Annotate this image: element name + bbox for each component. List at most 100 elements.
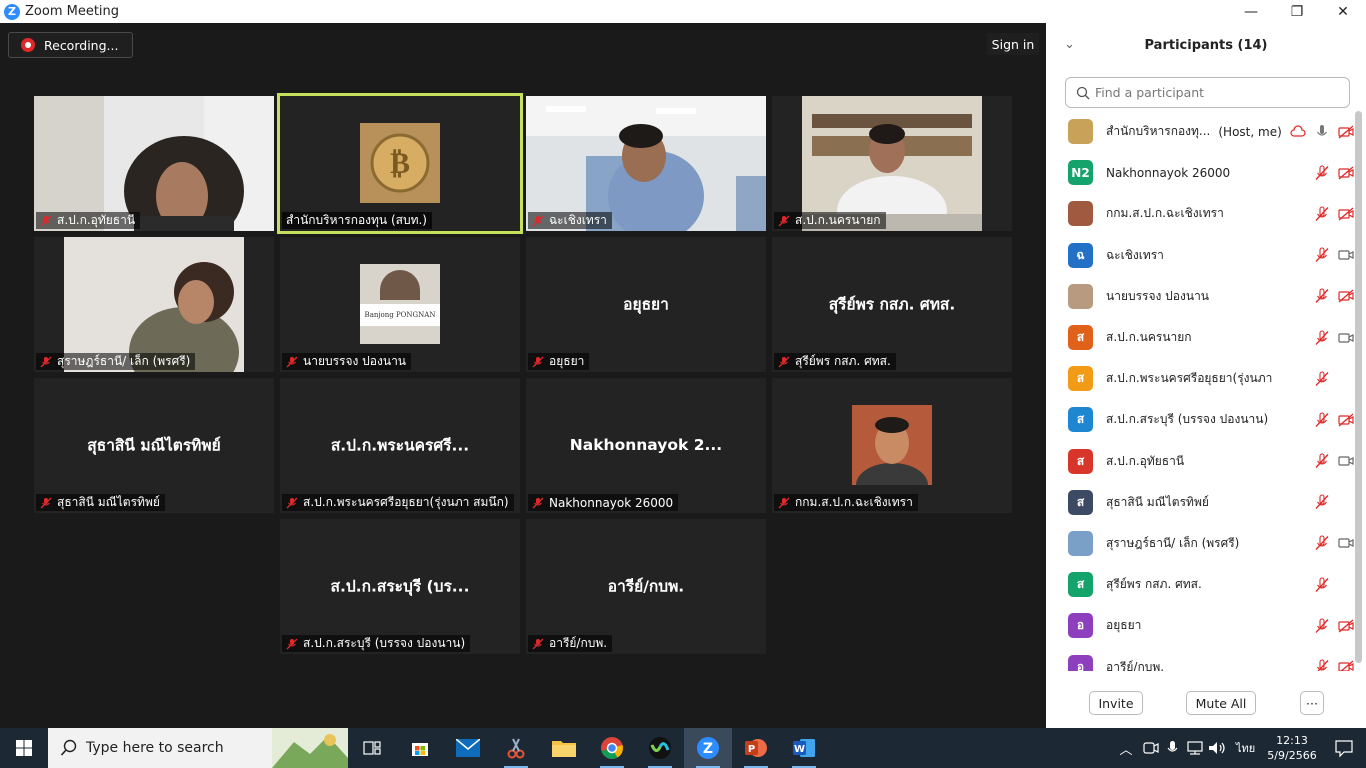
mic-muted-icon xyxy=(286,638,298,649)
invite-button[interactable]: Invite xyxy=(1089,691,1143,715)
zoom-app-button[interactable]: Z xyxy=(684,728,732,768)
network-icon[interactable] xyxy=(1184,740,1206,756)
video-tile[interactable]: สุรีย์พร กสภ. ศทส. สุรีย์พร กสภ. ศทส. xyxy=(772,237,1012,372)
mic-muted-icon xyxy=(1315,412,1329,427)
mute-all-button[interactable]: Mute All xyxy=(1186,691,1256,715)
volume-icon[interactable] xyxy=(1206,740,1228,756)
participant-row[interactable]: ฉ ฉะเชิงเทรา xyxy=(1046,235,1354,276)
bitcoin-avatar-image: ₿ xyxy=(360,123,440,203)
meeting-area: Recording... Sign in ส.ป.ก.อุทัยธานี ₿ ส… xyxy=(0,23,1046,728)
participant-row[interactable]: N2 Nakhonnayok 26000 xyxy=(1046,152,1354,193)
participant-list-scrollbar[interactable] xyxy=(1355,111,1362,663)
tile-caption-text: ส.ป.ก.อุทัยธานี xyxy=(57,213,136,227)
participant-row[interactable]: นายบรรจง ปองนาน xyxy=(1046,276,1354,317)
participants-header: ⌄ Participants (14) xyxy=(1046,23,1366,67)
tile-caption-text: สำนักบริหารกองทุน (สบท.) xyxy=(286,213,427,227)
notification-icon[interactable] xyxy=(1322,738,1366,758)
participant-row[interactable]: อ อยุธยา xyxy=(1046,605,1354,646)
mic-muted-icon xyxy=(1315,577,1329,592)
taskbar-search-box[interactable]: Type here to search xyxy=(48,728,348,768)
tile-caption: สุธาสินี มณีไตรทิพย์ xyxy=(36,494,165,511)
recording-label: Recording... xyxy=(44,37,119,53)
participant-row[interactable]: ส ส.ป.ก.อุทัยธานี xyxy=(1046,441,1354,482)
record-icon xyxy=(21,38,35,52)
minimize-button[interactable]: — xyxy=(1228,0,1274,23)
mic-muted-icon xyxy=(532,497,544,508)
video-tile[interactable]: อยุธยา อยุธยา xyxy=(526,237,766,372)
word-icon: W xyxy=(793,739,815,757)
task-view-button[interactable] xyxy=(348,728,396,768)
meet-now-icon[interactable] xyxy=(1138,740,1162,756)
sign-in-button[interactable]: Sign in xyxy=(987,33,1039,55)
video-tile[interactable]: สุราษฎร์ธานี/ เล็ก (พรศรี) xyxy=(34,237,274,372)
title-bar: Z Zoom Meeting — ❐ ✕ xyxy=(0,0,1366,23)
taskbar-clock[interactable]: 12:13 5/9/2566 xyxy=(1262,733,1322,763)
video-tile[interactable]: ฉะเชิงเทรา xyxy=(526,96,766,231)
participant-row[interactable]: ส สุรีย์พร กสภ. ศทส. xyxy=(1046,564,1354,605)
mic-muted-icon xyxy=(532,638,544,649)
windows-start-button[interactable] xyxy=(0,728,48,768)
mic-muted-icon xyxy=(532,215,544,226)
tile-caption-text: ส.ป.ก.นครนายก xyxy=(795,213,881,227)
close-button[interactable]: ✕ xyxy=(1320,0,1366,23)
mic-muted-icon xyxy=(40,215,52,226)
maximize-button[interactable]: ❐ xyxy=(1274,0,1320,23)
video-tile[interactable]: สุธาสินี มณีไตรทิพย์ สุธาสินี มณีไตรทิพย… xyxy=(34,378,274,513)
video-tile[interactable]: ส.ป.ก.พระนครศรี... ส.ป.ก.พระนครศรีอยุธยา… xyxy=(280,378,520,513)
chrome-app-button[interactable] xyxy=(588,728,636,768)
video-tile[interactable]: อารีย์/กบพ. อารีย์/กบพ. xyxy=(526,519,766,654)
store-app-button[interactable] xyxy=(396,728,444,768)
powerpoint-icon: P xyxy=(745,739,767,757)
tile-caption: ส.ป.ก.สระบุรี (บรรจง ปองนาน) xyxy=(282,635,471,652)
powerpoint-app-button[interactable]: P xyxy=(732,728,780,768)
participant-status-icons xyxy=(1306,564,1354,605)
folder-icon xyxy=(552,741,576,757)
participant-status-icons xyxy=(1306,193,1354,234)
window-title: Zoom Meeting xyxy=(25,4,120,19)
chevron-down-icon[interactable]: ⌄ xyxy=(1064,37,1075,52)
mic-muted-icon xyxy=(1315,535,1329,551)
recording-indicator[interactable]: Recording... xyxy=(8,32,133,58)
participant-name: ส.ป.ก.นครนายก xyxy=(1106,330,1192,345)
mic-muted-icon xyxy=(1317,659,1329,671)
video-tile[interactable]: Banjong PONGNAN นายบรรจง ปองนาน xyxy=(280,237,520,372)
webex-app-button[interactable] xyxy=(636,728,684,768)
file-explorer-button[interactable] xyxy=(540,728,588,768)
participant-avatar xyxy=(1068,530,1093,556)
input-language-indicator[interactable]: ไทย xyxy=(1236,739,1262,757)
video-off-icon xyxy=(1338,413,1354,427)
video-tile[interactable]: ส.ป.ก.อุทัยธานี xyxy=(34,96,274,231)
participant-row[interactable]: สำนักบริหารกองทุ... (Host, me) xyxy=(1046,111,1354,152)
chevron-up-icon[interactable]: ︿ xyxy=(1114,739,1138,758)
microphone-icon[interactable] xyxy=(1162,740,1184,756)
mail-app-button[interactable] xyxy=(444,728,492,768)
word-app-button[interactable]: W xyxy=(780,728,828,768)
participant-name: ส.ป.ก.พระนครศรีอยุธยา(รุ่งนภา สมนึก) xyxy=(1106,371,1276,386)
participant-row[interactable]: สุราษฎร์ธานี/ เล็ก (พรศรี) xyxy=(1046,523,1354,564)
tile-display-name: ส.ป.ก.พระนครศรี... xyxy=(330,435,470,454)
participant-search-input[interactable]: Find a participant xyxy=(1065,77,1350,108)
tile-caption: ฉะเชิงเทรา xyxy=(528,212,612,229)
search-icon xyxy=(60,739,77,756)
video-off-icon xyxy=(1338,125,1354,139)
video-tile-active-speaker[interactable]: ₿ สำนักบริหารกองทุน (สบท.) xyxy=(277,93,523,234)
video-camera-icon xyxy=(1338,456,1354,466)
participant-row[interactable]: ส ส.ป.ก.พระนครศรีอยุธยา(รุ่งนภา สมนึก) xyxy=(1046,358,1354,399)
participant-row[interactable]: ส ส.ป.ก.นครนายก xyxy=(1046,317,1354,358)
snipping-tool-button[interactable] xyxy=(492,728,540,768)
participant-row[interactable]: ส สุธาสินี มณีไตรทิพย์ xyxy=(1046,482,1354,523)
video-camera-icon xyxy=(1338,538,1354,549)
video-tile[interactable]: ส.ป.ก.นครนายก xyxy=(772,96,1012,231)
participant-name: Nakhonnayok 26000 xyxy=(1106,165,1231,180)
video-tile[interactable]: ส.ป.ก.สระบุรี (บร... ส.ป.ก.สระบุรี (บรรจ… xyxy=(280,519,520,654)
video-off-icon xyxy=(1338,166,1354,180)
tile-caption: สำนักบริหารกองทุน (สบท.) xyxy=(282,212,432,229)
participant-row[interactable]: ส ส.ป.ก.สระบุรี (บรรจง ปองนาน) xyxy=(1046,399,1354,440)
video-tile[interactable]: Nakhonnayok 2... Nakhonnayok 26000 xyxy=(526,378,766,513)
participant-row[interactable]: อ อารีย์/กบพ. xyxy=(1046,646,1354,671)
participant-row[interactable]: กกม.ส.ป.ก.ฉะเชิงเทรา xyxy=(1046,193,1354,234)
tile-display-name: สุรีย์พร กสภ. ศทส. xyxy=(828,294,956,313)
participant-name: สุธาสินี มณีไตรทิพย์ xyxy=(1106,494,1209,509)
more-options-button[interactable]: ··· xyxy=(1300,691,1324,715)
video-tile[interactable]: กกม.ส.ป.ก.ฉะเชิงเทรา xyxy=(772,378,1012,513)
